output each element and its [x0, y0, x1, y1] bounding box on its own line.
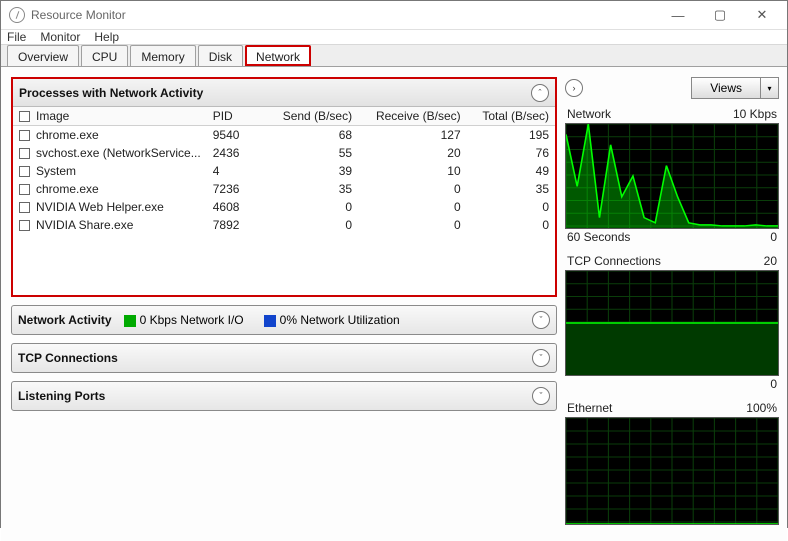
- checkbox-all[interactable]: [19, 111, 30, 122]
- graph-title-tcp: TCP Connections: [567, 254, 661, 268]
- row-checkbox[interactable]: [19, 220, 30, 231]
- menu-monitor[interactable]: Monitor: [40, 30, 80, 44]
- net-io-text: 0 Kbps Network I/O: [140, 313, 244, 327]
- menu-help[interactable]: Help: [94, 30, 119, 44]
- processes-table: Image PID Send (B/sec) Receive (B/sec) T…: [13, 107, 555, 234]
- close-button[interactable]: ✕: [741, 1, 783, 29]
- col-recv[interactable]: Receive (B/sec): [358, 107, 467, 126]
- minimize-button[interactable]: —: [657, 1, 699, 29]
- network-activity-panel[interactable]: Network Activity 0 Kbps Network I/O 0% N…: [11, 305, 557, 335]
- row-checkbox[interactable]: [19, 148, 30, 159]
- side-header: › Views ▾: [565, 77, 779, 103]
- app-icon: [9, 7, 25, 23]
- tab-disk[interactable]: Disk: [198, 45, 243, 66]
- graph-foot-r: 0: [770, 230, 777, 244]
- views-button[interactable]: Views ▾: [691, 77, 779, 99]
- processes-panel: Processes with Network Activity ˆ Image …: [11, 77, 557, 297]
- legend-green-icon: [124, 315, 136, 327]
- collapse-icon[interactable]: ˆ: [531, 84, 549, 102]
- network-activity-title: Network Activity: [18, 313, 112, 327]
- tab-memory[interactable]: Memory: [130, 45, 195, 66]
- col-pid[interactable]: PID: [207, 107, 267, 126]
- graph-canvas-ethernet: [565, 417, 779, 525]
- graph-foot-l: 60 Seconds: [567, 230, 630, 244]
- menubar: File Monitor Help: [1, 30, 787, 45]
- tab-network[interactable]: Network: [245, 45, 311, 66]
- window-title: Resource Monitor: [31, 8, 657, 22]
- row-checkbox[interactable]: [19, 184, 30, 195]
- content: Processes with Network Activity ˆ Image …: [1, 67, 787, 541]
- col-total[interactable]: Total (B/sec): [467, 107, 555, 126]
- side-column: › Views ▾ Network 10 Kbps 60 Seconds 0: [565, 67, 787, 541]
- row-checkbox[interactable]: [19, 166, 30, 177]
- resource-monitor-window: Resource Monitor — ▢ ✕ File Monitor Help…: [0, 0, 788, 528]
- listening-title: Listening Ports: [18, 389, 105, 403]
- table-row[interactable]: chrome.exe954068127195: [13, 126, 555, 145]
- expand-icon[interactable]: ˇ: [532, 311, 550, 329]
- graph-max-network: 10 Kbps: [733, 107, 777, 121]
- row-checkbox[interactable]: [19, 130, 30, 141]
- expand-icon[interactable]: ˇ: [532, 349, 550, 367]
- table-row[interactable]: svchost.exe (NetworkService...2436552076: [13, 144, 555, 162]
- col-image[interactable]: Image: [13, 107, 207, 126]
- maximize-button[interactable]: ▢: [699, 1, 741, 29]
- tcp-title: TCP Connections: [18, 351, 118, 365]
- legend-blue-icon: [264, 315, 276, 327]
- chevron-down-icon[interactable]: ▾: [760, 78, 778, 98]
- graph-max-eth: 100%: [746, 401, 777, 415]
- tcp-connections-panel[interactable]: TCP Connections ˇ: [11, 343, 557, 373]
- graph-foot-r: 0: [770, 377, 777, 391]
- graph-network: Network 10 Kbps 60 Seconds 0: [565, 107, 779, 244]
- table-row[interactable]: chrome.exe723635035: [13, 180, 555, 198]
- tabs: Overview CPU Memory Disk Network: [1, 45, 787, 67]
- row-checkbox[interactable]: [19, 202, 30, 213]
- table-header-row: Image PID Send (B/sec) Receive (B/sec) T…: [13, 107, 555, 126]
- expand-icon[interactable]: ˇ: [532, 387, 550, 405]
- table-row[interactable]: System4391049: [13, 162, 555, 180]
- graph-tcp: TCP Connections 20 0: [565, 254, 779, 391]
- tab-overview[interactable]: Overview: [7, 45, 79, 66]
- table-row[interactable]: NVIDIA Web Helper.exe4608000: [13, 198, 555, 216]
- main-column: Processes with Network Activity ˆ Image …: [1, 67, 565, 541]
- processes-title: Processes with Network Activity: [19, 86, 203, 100]
- collapse-side-icon[interactable]: ›: [565, 79, 583, 97]
- graph-canvas-tcp: [565, 270, 779, 376]
- processes-table-wrap: Image PID Send (B/sec) Receive (B/sec) T…: [13, 107, 555, 295]
- col-send[interactable]: Send (B/sec): [267, 107, 358, 126]
- processes-header[interactable]: Processes with Network Activity ˆ: [13, 79, 555, 107]
- graph-ethernet: Ethernet 100%: [565, 401, 779, 525]
- titlebar: Resource Monitor — ▢ ✕: [1, 1, 787, 30]
- listening-ports-panel[interactable]: Listening Ports ˇ: [11, 381, 557, 411]
- menu-file[interactable]: File: [7, 30, 26, 44]
- graph-max-tcp: 20: [764, 254, 777, 268]
- graph-title-network: Network: [567, 107, 611, 121]
- graph-title-eth: Ethernet: [567, 401, 612, 415]
- window-controls: — ▢ ✕: [657, 1, 783, 29]
- tab-cpu[interactable]: CPU: [81, 45, 128, 66]
- net-util-text: 0% Network Utilization: [280, 313, 400, 327]
- graph-canvas-network: [565, 123, 779, 229]
- table-row[interactable]: NVIDIA Share.exe7892000: [13, 216, 555, 234]
